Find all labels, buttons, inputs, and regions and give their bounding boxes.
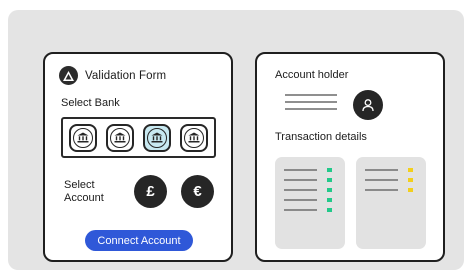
account-summary-card: Account holder Transaction details: [255, 52, 445, 262]
gbp-account-button[interactable]: £: [134, 175, 167, 208]
connect-account-button[interactable]: Connect Account: [85, 230, 193, 251]
bank-option-3-selected[interactable]: [143, 123, 171, 152]
bank-icon: [73, 127, 93, 148]
transaction-panel-pending: [356, 157, 426, 249]
form-title: Validation Form: [85, 69, 167, 82]
transaction-line: [284, 199, 317, 201]
transaction-line: [365, 169, 398, 171]
bank-icon: [110, 127, 130, 148]
bank-option-4[interactable]: [180, 123, 208, 152]
select-account-label: Select Account: [64, 179, 104, 204]
bank-option-2[interactable]: [106, 123, 134, 152]
holder-name-placeholder-line: [285, 94, 337, 96]
transaction-line: [284, 189, 317, 191]
pending-indicator: [408, 188, 413, 192]
holder-name-placeholder-line: [285, 108, 337, 110]
transaction-line: [365, 179, 398, 181]
bank-selector: [61, 117, 216, 158]
validation-form-card: Validation Form Select Bank Select Accou…: [43, 52, 233, 262]
account-holder-label: Account holder: [275, 69, 349, 81]
select-bank-label: Select Bank: [61, 97, 120, 109]
credit-indicator: [327, 198, 332, 202]
user-avatar-icon: [353, 90, 383, 120]
transaction-line: [284, 169, 317, 171]
transaction-line: [365, 189, 398, 191]
transaction-details-label: Transaction details: [275, 131, 367, 143]
bank-icon: [184, 127, 204, 148]
form-header: Validation Form: [59, 66, 166, 85]
credit-indicator: [327, 178, 332, 182]
credit-indicator: [327, 168, 332, 172]
credit-indicator: [327, 188, 332, 192]
transaction-line: [284, 179, 317, 181]
transaction-line: [284, 209, 317, 211]
credit-indicator: [327, 208, 332, 212]
bank-option-1[interactable]: [69, 123, 97, 152]
holder-name-placeholder-line: [285, 101, 337, 103]
bank-icon: [147, 127, 167, 148]
logo-icon: [59, 66, 78, 85]
pending-indicator: [408, 168, 413, 172]
transaction-panel-credits: [275, 157, 345, 249]
pending-indicator: [408, 178, 413, 182]
eur-account-button[interactable]: €: [181, 175, 214, 208]
